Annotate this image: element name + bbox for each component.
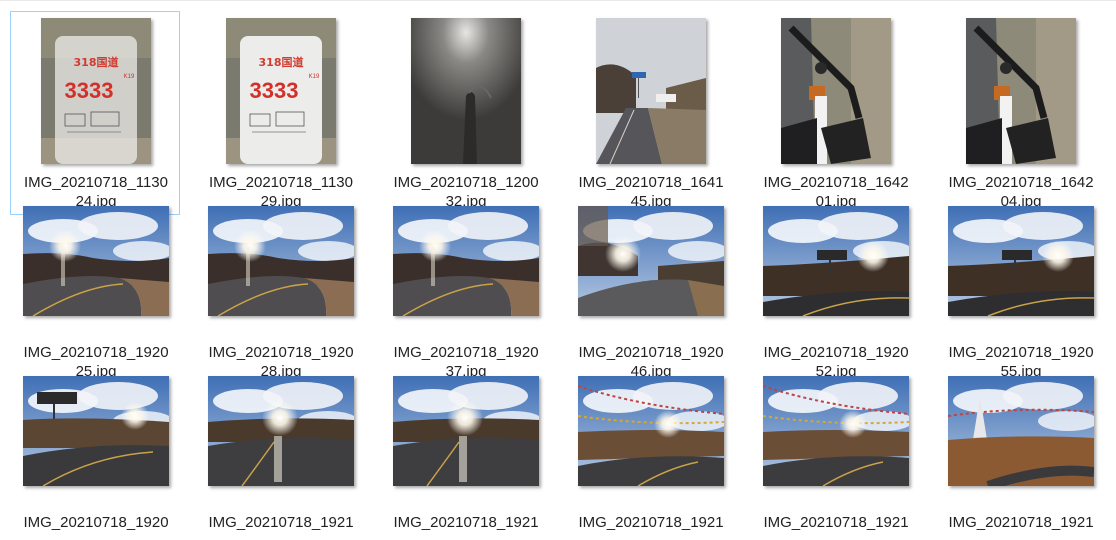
image-thumbnail[interactable]: 318国道 3333 K19 xyxy=(41,18,151,164)
thumbnail-frame xyxy=(751,12,921,170)
thumbnail-frame xyxy=(751,352,921,510)
file-item[interactable]: IMG_20210718_1921 xyxy=(935,351,1105,540)
thumbnail-frame: 318国道 3333 K19 xyxy=(11,12,181,170)
file-item[interactable]: IMG_20210718_1921 xyxy=(565,351,735,540)
image-thumbnail[interactable] xyxy=(596,18,706,164)
thumbnail-frame xyxy=(566,182,736,340)
image-thumbnail[interactable] xyxy=(208,206,354,316)
file-name: IMG_20210718_1921 xyxy=(936,513,1106,532)
thumbnail-frame xyxy=(196,352,366,510)
image-thumbnail[interactable] xyxy=(578,376,724,486)
thumbnail-frame xyxy=(936,12,1106,170)
thumbnail-grid: 318国道 3333 K19 IMG_20210718_1130 24.jpg 318国道… xyxy=(10,11,1106,531)
file-name: IMG_20210718_1921 xyxy=(381,513,551,532)
thumbnail-frame xyxy=(566,12,736,170)
image-thumbnail[interactable] xyxy=(763,376,909,486)
thumbnail-frame: 318国道 3333 K19 xyxy=(196,12,366,170)
svg-text:K19: K19 xyxy=(124,74,135,80)
image-thumbnail[interactable] xyxy=(393,206,539,316)
image-thumbnail[interactable] xyxy=(208,376,354,486)
thumbnail-frame xyxy=(196,182,366,340)
svg-text:318国道: 318国道 xyxy=(74,55,119,69)
thumbnail-frame xyxy=(11,352,181,510)
image-thumbnail[interactable]: 318国道 3333 K19 xyxy=(226,18,336,164)
divider xyxy=(0,0,1116,1)
thumbnail-frame xyxy=(11,182,181,340)
thumbnail-frame xyxy=(936,182,1106,340)
file-name-line1: IMG_20210718_1921 xyxy=(578,514,724,531)
thumbnail-frame xyxy=(936,352,1106,510)
image-thumbnail[interactable] xyxy=(948,376,1094,486)
file-explorer-view: 318国道 3333 K19 IMG_20210718_1130 24.jpg 318国道… xyxy=(0,0,1116,540)
image-thumbnail[interactable] xyxy=(948,206,1094,316)
file-name-line1: IMG_20210718_1920 xyxy=(23,514,169,531)
thumbnail-frame xyxy=(381,12,551,170)
image-thumbnail[interactable] xyxy=(411,18,521,164)
thumbnail-frame xyxy=(566,352,736,510)
file-item[interactable]: IMG_20210718_1921 xyxy=(195,351,365,540)
file-name: IMG_20210718_1921 xyxy=(566,513,736,532)
image-thumbnail[interactable] xyxy=(781,18,891,164)
thumbnail-frame xyxy=(381,182,551,340)
image-thumbnail[interactable] xyxy=(23,376,169,486)
file-name: IMG_20210718_1921 xyxy=(196,513,366,532)
file-name: IMG_20210718_1921 xyxy=(751,513,921,532)
image-thumbnail[interactable] xyxy=(763,206,909,316)
image-thumbnail[interactable] xyxy=(966,18,1076,164)
file-name-line1: IMG_20210718_1921 xyxy=(763,514,909,531)
image-thumbnail[interactable] xyxy=(23,206,169,316)
image-thumbnail[interactable] xyxy=(578,206,724,316)
svg-text:3333: 3333 xyxy=(250,78,299,103)
file-item[interactable]: IMG_20210718_1920 xyxy=(10,351,180,540)
file-name: IMG_20210718_1920 xyxy=(11,513,181,532)
file-name-line1: IMG_20210718_1921 xyxy=(393,514,539,531)
svg-text:3333: 3333 xyxy=(65,78,114,103)
image-thumbnail[interactable] xyxy=(393,376,539,486)
svg-text:K19: K19 xyxy=(309,74,320,80)
file-item[interactable]: IMG_20210718_1921 xyxy=(750,351,920,540)
thumbnail-frame xyxy=(751,182,921,340)
file-item[interactable]: IMG_20210718_1921 xyxy=(380,351,550,540)
svg-text:318国道: 318国道 xyxy=(259,55,304,69)
file-name-line1: IMG_20210718_1921 xyxy=(948,514,1094,531)
file-name-line1: IMG_20210718_1921 xyxy=(208,514,354,531)
thumbnail-frame xyxy=(381,352,551,510)
